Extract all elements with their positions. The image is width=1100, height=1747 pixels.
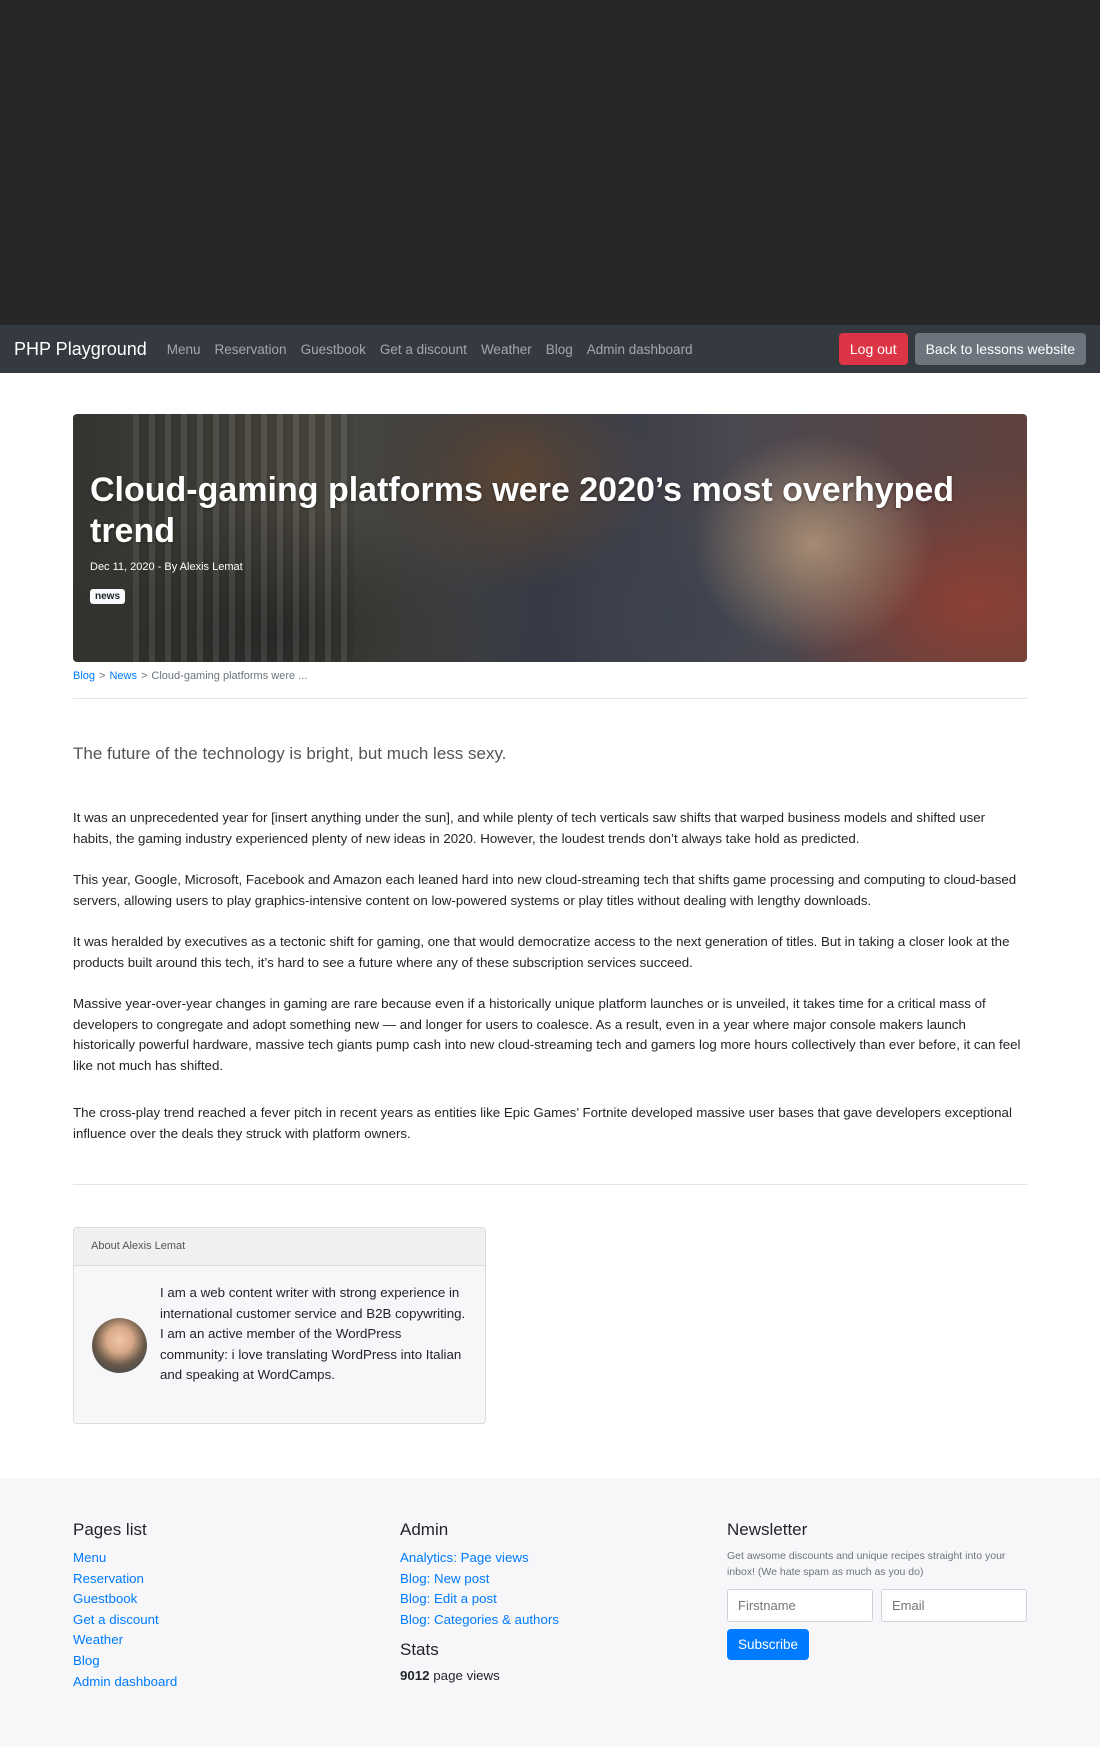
footer-link-menu[interactable]: Menu (73, 1548, 177, 1569)
footer-admin-column: Admin Analytics: Page views Blog: New po… (400, 1520, 559, 1683)
nav-link-weather[interactable]: Weather (481, 342, 532, 357)
author-card-header: About Alexis Lemat (74, 1228, 485, 1266)
footer-link-weather[interactable]: Weather (73, 1630, 177, 1651)
subscribe-button[interactable]: Subscribe (727, 1629, 810, 1660)
nav-link-get-a-discount[interactable]: Get a discount (380, 342, 467, 357)
footer-link-admin-dashboard[interactable]: Admin dashboard (73, 1672, 177, 1693)
footer-stats-title: Stats (400, 1640, 439, 1660)
footer-link-analytics[interactable]: Analytics: Page views (400, 1548, 559, 1569)
nav-link-menu[interactable]: Menu (167, 342, 201, 357)
footer-pages-title: Pages list (73, 1520, 147, 1539)
footer-link-edit-post[interactable]: Blog: Edit a post (400, 1589, 559, 1610)
breadcrumb-current: Cloud-gaming platforms were ... (151, 670, 308, 682)
author-card: About Alexis Lemat I am a web content wr… (73, 1227, 486, 1424)
breadcrumb-news[interactable]: News (109, 670, 137, 682)
article-paragraph: It was heralded by executives as a tecto… (73, 934, 1010, 970)
divider (73, 1184, 1027, 1185)
article-paragraph: This year, Google, Microsoft, Facebook a… (73, 872, 1017, 908)
back-to-lessons-button[interactable]: Back to lessons website (914, 333, 1086, 365)
article-paragraph: The cross-play trend reached a fever pit… (73, 1105, 1012, 1141)
footer-admin-title: Admin (400, 1520, 449, 1539)
navbar: PHP Playground Menu Reservation Guestboo… (0, 325, 1100, 373)
author-bio: I am a web content writer with strong ex… (160, 1285, 466, 1383)
footer-link-categories-authors[interactable]: Blog: Categories & authors (400, 1610, 559, 1631)
nav-links: Menu Reservation Guestbook Get a discoun… (167, 342, 707, 357)
nav-link-admin-dashboard[interactable]: Admin dashboard (587, 342, 693, 357)
nav-link-reservation[interactable]: Reservation (215, 342, 287, 357)
article-paragraph: It was an unprecedented year for [insert… (73, 810, 986, 846)
breadcrumb-separator: > (99, 670, 106, 682)
hero-banner: Cloud-gaming platforms were 2020’s most … (73, 414, 1027, 662)
footer-link-new-post[interactable]: Blog: New post (400, 1569, 559, 1590)
footer-pages-column: Pages list Menu Reservation Guestbook Ge… (73, 1520, 177, 1692)
newsletter-form (727, 1589, 1027, 1622)
nav-actions: Log out Back to lessons website (838, 333, 1086, 365)
post-meta: Dec 11, 2020 - By Alexis Lemat (90, 561, 243, 573)
article-lead: The future of the technology is bright, … (73, 744, 507, 763)
footer-newsletter-column: Newsletter Get awsome discounts and uniq… (727, 1520, 1027, 1660)
divider (73, 698, 1027, 699)
newsletter-description: Get awsome discounts and unique recipes … (727, 1550, 1006, 1578)
breadcrumb-separator: > (140, 670, 148, 682)
footer-link-guestbook[interactable]: Guestbook (73, 1589, 177, 1610)
breadcrumb: Blog > News > Cloud-gaming platforms were ..… (73, 670, 307, 682)
email-input[interactable] (881, 1589, 1027, 1622)
page-views-count: 9012 (400, 1668, 430, 1684)
category-badge[interactable]: news (90, 589, 126, 604)
brand-link[interactable]: PHP Playground (14, 339, 147, 360)
nav-link-guestbook[interactable]: Guestbook (301, 342, 366, 357)
footer-link-blog[interactable]: Blog (73, 1651, 177, 1672)
logout-button[interactable]: Log out (838, 333, 908, 365)
author-avatar (92, 1318, 147, 1373)
nav-link-blog[interactable]: Blog (546, 342, 573, 357)
newsletter-title: Newsletter (727, 1520, 808, 1539)
post-title: Cloud-gaming platforms were 2020’s most … (90, 471, 955, 550)
article-paragraph: Massive year-over-year changes in gaming… (73, 996, 1021, 1073)
breadcrumb-blog[interactable]: Blog (73, 670, 95, 682)
footer-link-reservation[interactable]: Reservation (73, 1569, 177, 1590)
footer: Pages list Menu Reservation Guestbook Ge… (0, 1478, 1100, 1747)
page-views-stat: 9012 page views (400, 1668, 559, 1683)
top-dark-area (0, 0, 1100, 325)
footer-link-get-a-discount[interactable]: Get a discount (73, 1610, 177, 1631)
page-views-label: page views (429, 1668, 500, 1684)
firstname-input[interactable] (727, 1589, 873, 1622)
